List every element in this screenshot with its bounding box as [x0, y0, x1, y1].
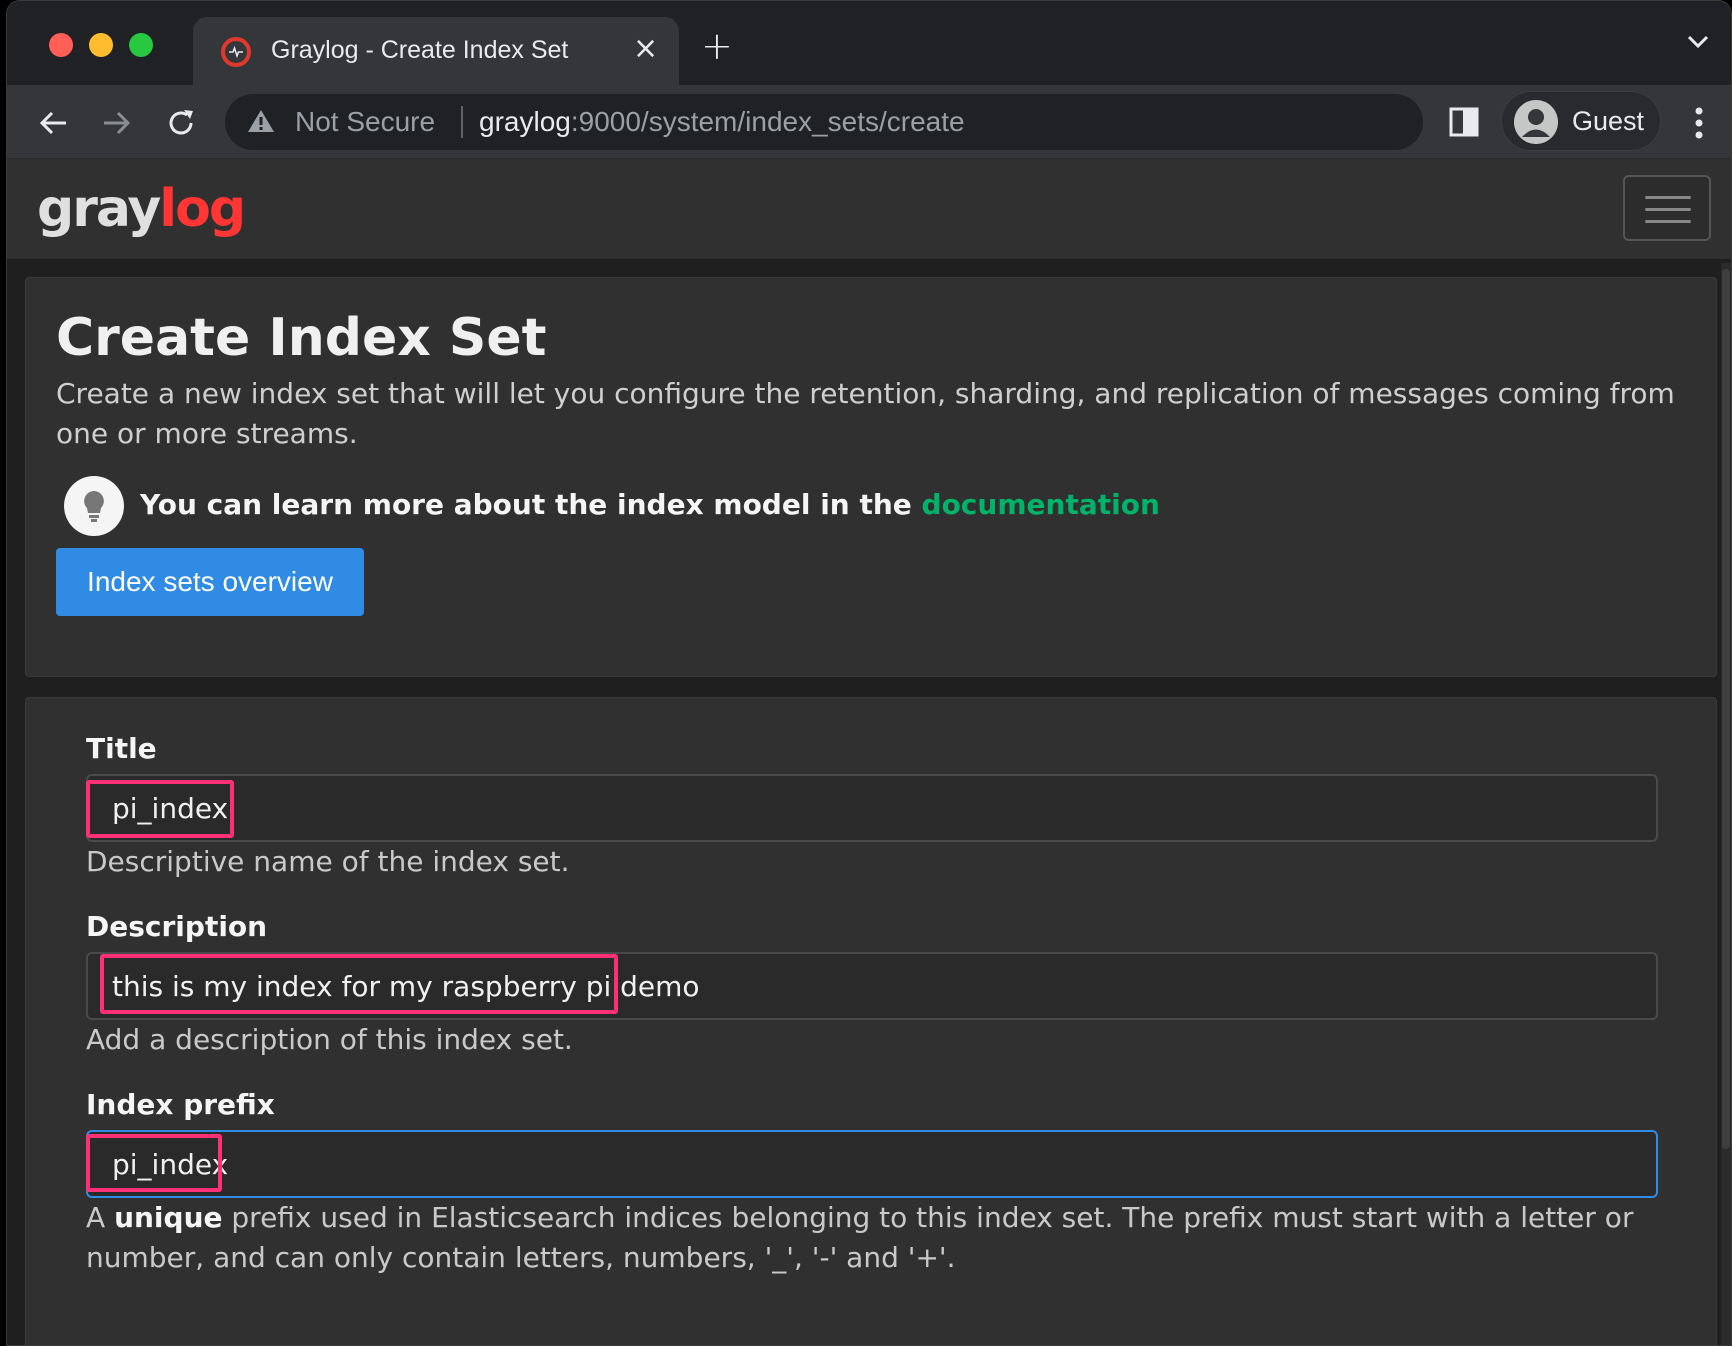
description-label: Description [86, 910, 268, 943]
more-options-icon[interactable] [1689, 103, 1709, 143]
scrollbar-thumb[interactable] [1722, 269, 1730, 1149]
reload-icon [169, 110, 193, 135]
index-prefix-help: A unique prefix used in Elasticsearch in… [86, 1198, 1686, 1278]
new-tab-button[interactable]: + [701, 27, 733, 65]
warning-icon[interactable] [247, 108, 275, 134]
tab-title: Graylog - Create Index Set [271, 36, 569, 64]
reload-button[interactable] [161, 103, 201, 143]
profile-button[interactable]: Guest [1501, 91, 1661, 151]
hamburger-line [1645, 220, 1691, 223]
tab-search-chevron-icon[interactable] [1687, 35, 1709, 49]
lightbulb-icon [64, 476, 124, 536]
hamburger-line [1645, 208, 1691, 211]
index-sets-overview-button[interactable]: Index sets overview [56, 548, 364, 616]
browser-toolbar: Not Secure graylog:9000/system/index_set… [7, 85, 1731, 159]
prefix-help-rest: prefix used in Elasticsearch indices bel… [86, 1201, 1634, 1274]
address-bar[interactable]: Not Secure graylog:9000/system/index_set… [225, 94, 1423, 150]
maximize-window-button[interactable] [129, 33, 153, 57]
documentation-tip: You can learn more about the index model… [140, 488, 1160, 521]
page-header-panel: Create Index Set Create a new index set … [25, 277, 1717, 677]
tab-strip: Graylog - Create Index Set × + [7, 1, 1731, 85]
forward-button[interactable] [97, 103, 137, 143]
nav-toggle-button[interactable] [1623, 175, 1711, 241]
page-title: Create Index Set [56, 308, 547, 368]
profile-name: Guest [1572, 106, 1645, 136]
side-panel-icon[interactable] [1447, 105, 1481, 139]
page-description: Create a new index set that will let you… [56, 377, 1675, 450]
index-prefix-input[interactable] [86, 1130, 1658, 1198]
graylog-logo[interactable]: graylog [37, 179, 246, 239]
close-window-button[interactable] [49, 33, 73, 57]
title-help: Descriptive name of the index set. [86, 845, 570, 878]
browser-tab[interactable]: Graylog - Create Index Set × [193, 17, 679, 85]
logo-part-red: log [159, 179, 246, 239]
title-input[interactable] [86, 774, 1658, 842]
tab-close-icon[interactable]: × [633, 32, 658, 66]
title-label: Title [86, 732, 157, 765]
prefix-help-start: A [86, 1201, 115, 1234]
page-scrollbar[interactable] [1721, 263, 1731, 1345]
graylog-favicon-icon [221, 37, 251, 67]
back-arrow-icon [39, 111, 66, 135]
omnibox-divider [461, 106, 463, 138]
forward-arrow-icon [104, 111, 131, 135]
logo-part-gray: gray [37, 179, 161, 239]
guest-avatar-icon [1514, 100, 1558, 144]
back-button[interactable] [33, 103, 73, 143]
url-text[interactable]: graylog:9000/system/index_sets/create [479, 106, 965, 138]
documentation-link[interactable]: documentation [922, 488, 1160, 521]
index-prefix-label: Index prefix [86, 1088, 275, 1121]
minimize-window-button[interactable] [89, 33, 113, 57]
description-input[interactable] [86, 952, 1658, 1020]
web-page: graylog Create Index Set Create a new in… [7, 159, 1731, 1345]
prefix-help-emphasis: unique [114, 1201, 223, 1234]
tip-text: You can learn more about the index model… [140, 488, 922, 521]
hamburger-line [1645, 196, 1691, 199]
security-status[interactable]: Not Secure [295, 106, 435, 138]
url-host: graylog [479, 106, 571, 137]
description-help: Add a description of this index set. [86, 1023, 573, 1056]
browser-window: Graylog - Create Index Set × + Not Secur… [6, 0, 1732, 1346]
create-index-set-form: Title Descriptive name of the index set.… [25, 697, 1717, 1345]
url-path: :9000/system/index_sets/create [570, 106, 965, 137]
graylog-navbar: graylog [7, 159, 1731, 259]
